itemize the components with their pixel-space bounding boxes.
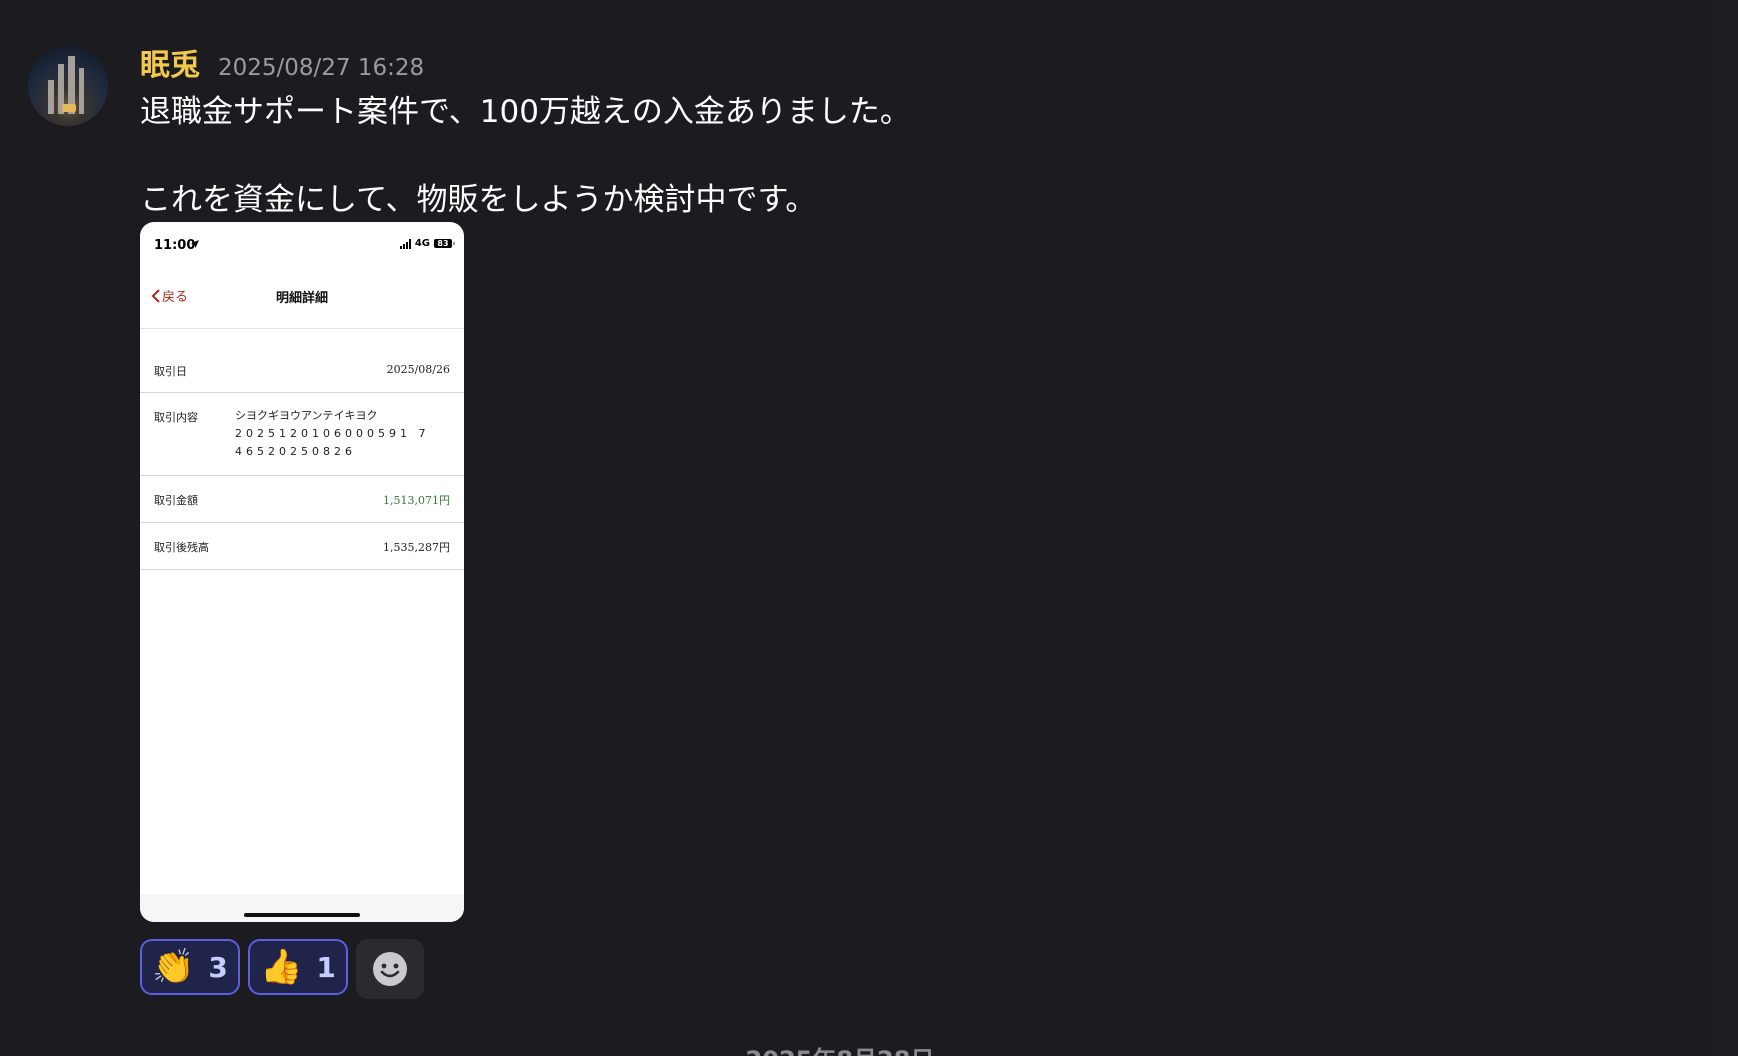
scrollbar[interactable] bbox=[1713, 0, 1738, 1056]
phone-status-bar: 11:00 4G 83 bbox=[140, 222, 464, 266]
message-header: 眠兎 2025/08/27 16:28 bbox=[140, 40, 424, 84]
add-reaction-button[interactable] bbox=[356, 939, 424, 999]
row-label: 取引内容 bbox=[154, 411, 198, 424]
reaction-thumbs-up[interactable]: 👍 1 bbox=[248, 939, 348, 995]
amount-value: 1,513,071円 bbox=[383, 494, 450, 507]
screen-title: 明細詳細 bbox=[275, 291, 328, 306]
detail-row: 取引後残高 1,535,287円 bbox=[140, 523, 464, 570]
image-attachment[interactable]: 11:00 4G 83 戻る 明細詳細 取引日 2025/08/26 取引内容 … bbox=[140, 222, 464, 922]
row-label: 取引金額 bbox=[154, 494, 198, 507]
chat-view: 眠兎 2025/08/27 16:28 退職金サポート案件で、100万越えの入金… bbox=[0, 0, 1738, 1056]
description-line: シヨクギヨウアンテイキヨク bbox=[235, 409, 378, 422]
smiley-icon bbox=[373, 952, 407, 986]
detail-row: 取引日 2025/08/26 bbox=[140, 328, 464, 393]
status-indicators: 4G 83 bbox=[399, 238, 455, 249]
row-value: 2025/08/26 bbox=[386, 363, 450, 376]
description-line: 46520250826 bbox=[235, 445, 356, 458]
username[interactable]: 眠兎 bbox=[140, 40, 200, 84]
reaction-count: 3 bbox=[208, 950, 228, 984]
reaction-clap[interactable]: 👏 3 bbox=[140, 939, 240, 995]
battery-icon: 83 bbox=[434, 239, 455, 248]
home-indicator bbox=[244, 913, 360, 917]
date-divider: 2025年8月28日 bbox=[0, 1040, 1680, 1056]
row-label: 取引日 bbox=[154, 365, 187, 378]
message-timestamp: 2025/08/27 16:28 bbox=[218, 55, 425, 81]
description-line: 2025120106000591 7 bbox=[235, 427, 430, 440]
transaction-description: シヨクギヨウアンテイキヨク 2025120106000591 7 4652025… bbox=[235, 407, 429, 461]
network-label: 4G bbox=[414, 238, 430, 249]
message-text-line: 退職金サポート案件で、100万越えの入金ありました。 bbox=[140, 94, 911, 130]
thumbs-up-icon: 👍 bbox=[260, 947, 303, 987]
message-text-line: これを資金にして、物販をしようか検討中です。 bbox=[140, 182, 817, 218]
detail-row: 取引金額 1,513,071円 bbox=[140, 476, 464, 523]
detail-row: 取引内容 シヨクギヨウアンテイキヨク 2025120106000591 7 46… bbox=[140, 393, 464, 476]
avatar[interactable] bbox=[28, 46, 108, 126]
clap-icon: 👏 bbox=[152, 947, 195, 987]
balance-value: 1,535,287円 bbox=[383, 541, 450, 554]
location-arrow-icon bbox=[191, 240, 199, 248]
phone-nav-bar: 戻る 明細詳細 bbox=[140, 266, 464, 329]
reaction-count: 1 bbox=[316, 950, 336, 984]
row-label: 取引後残高 bbox=[154, 541, 209, 554]
home-area bbox=[140, 894, 464, 922]
signal-icon bbox=[399, 238, 411, 249]
reaction-bar: 👏 3 👍 1 bbox=[140, 939, 424, 999]
